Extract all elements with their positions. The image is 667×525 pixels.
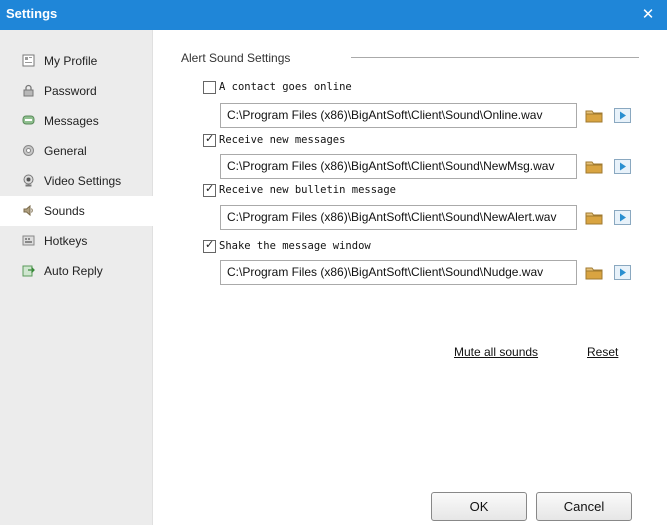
section-divider — [351, 57, 639, 58]
sidebar-item-my-profile[interactable]: My Profile — [0, 46, 153, 76]
sidebar-item-password[interactable]: Password — [0, 76, 153, 106]
title-bar: Settings ✕ — [0, 0, 667, 30]
new-messages-path-field[interactable]: C:\Program Files (x86)\BigAntSoft\Client… — [220, 154, 577, 179]
sidebar-item-sounds[interactable]: Sounds — [0, 196, 153, 226]
sidebar-item-video-settings[interactable]: Video Settings — [0, 166, 153, 196]
folder-icon[interactable] — [585, 210, 603, 225]
mute-all-sounds-link[interactable]: Mute all sounds — [454, 345, 538, 359]
ok-button[interactable]: OK — [431, 492, 527, 521]
webcam-icon — [23, 174, 34, 187]
new-bulletin-label: Receive new bulletin message — [219, 184, 397, 196]
close-button[interactable]: ✕ — [636, 4, 660, 26]
new-bulletin-path-field[interactable]: C:\Program Files (x86)\BigAntSoft\Client… — [220, 205, 577, 230]
window-title: Settings — [6, 6, 58, 21]
message-icon — [22, 115, 35, 125]
sidebar-item-messages[interactable]: Messages — [0, 106, 153, 136]
sidebar-item-auto-reply[interactable]: Auto Reply — [0, 256, 153, 286]
sidebar-item-label: Messages — [44, 114, 99, 128]
new-messages-label: Receive new messages — [219, 134, 346, 146]
speaker-icon — [23, 204, 33, 217]
sidebar-item-label: Sounds — [44, 204, 85, 218]
sidebar-item-label: Video Settings — [44, 174, 122, 188]
shake-window-label: Shake the message window — [219, 240, 371, 252]
folder-icon[interactable] — [585, 265, 603, 280]
profile-card-icon — [22, 54, 35, 67]
cancel-button[interactable]: Cancel — [536, 492, 632, 521]
shake-window-path-field[interactable]: C:\Program Files (x86)\BigAntSoft\Client… — [220, 260, 577, 285]
sidebar: My Profile Password Messages General Vid… — [0, 30, 153, 525]
new-bulletin-checkbox[interactable] — [203, 182, 216, 197]
close-icon: ✕ — [641, 6, 655, 23]
folder-icon[interactable] — [585, 108, 603, 123]
folder-icon[interactable] — [585, 159, 603, 174]
new-messages-checkbox[interactable] — [203, 132, 216, 147]
sidebar-item-label: Hotkeys — [44, 234, 88, 248]
sidebar-item-label: My Profile — [44, 54, 98, 68]
sidebar-item-label: Password — [44, 84, 97, 98]
keyboard-icon — [22, 235, 35, 246]
shake-window-checkbox[interactable] — [203, 238, 216, 253]
contact-online-checkbox[interactable] — [203, 81, 216, 94]
play-icon[interactable] — [614, 108, 631, 123]
sidebar-item-hotkeys[interactable]: Hotkeys — [0, 226, 153, 256]
play-icon[interactable] — [614, 265, 631, 280]
sidebar-item-label: Auto Reply — [44, 264, 103, 278]
lock-icon — [23, 84, 34, 97]
gear-icon — [23, 145, 34, 156]
contact-online-label: A contact goes online — [219, 81, 352, 93]
play-icon[interactable] — [614, 210, 631, 225]
play-icon[interactable] — [614, 159, 631, 174]
sounds-panel: Alert Sound Settings A contact goes onli… — [154, 30, 667, 525]
auto-reply-icon — [22, 265, 35, 277]
contact-online-path-field[interactable]: C:\Program Files (x86)\BigAntSoft\Client… — [220, 103, 577, 128]
sidebar-item-general[interactable]: General — [0, 136, 153, 166]
sidebar-item-label: General — [44, 144, 87, 158]
reset-link[interactable]: Reset — [587, 345, 618, 359]
section-title: Alert Sound Settings — [181, 51, 291, 65]
